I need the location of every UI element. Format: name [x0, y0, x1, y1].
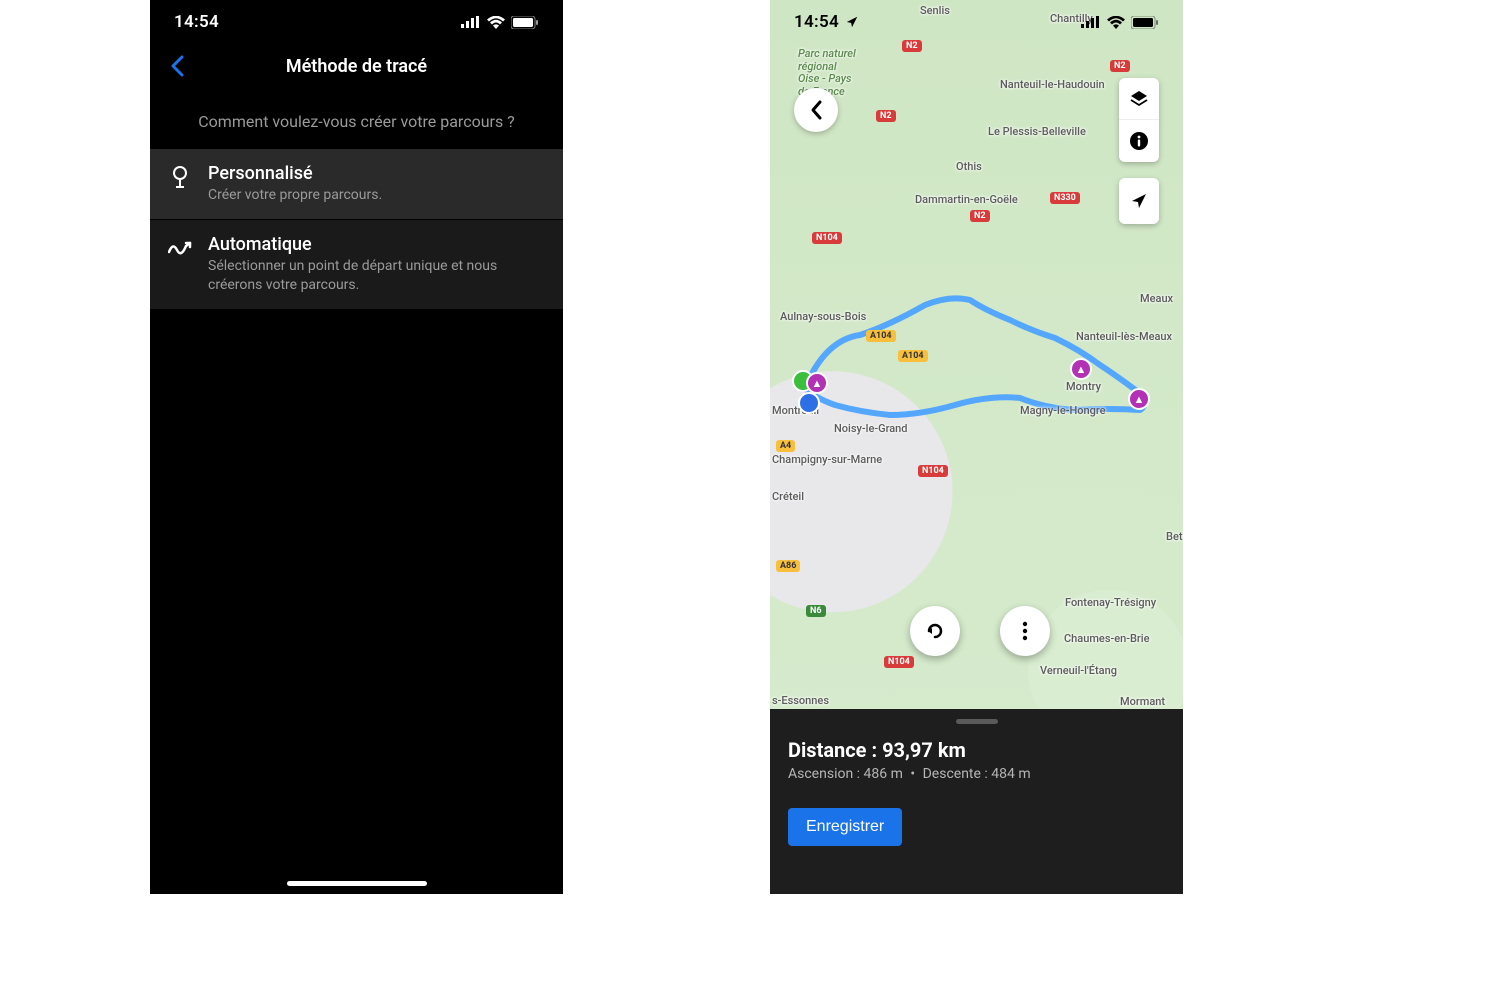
ascent-value: 486 m: [864, 766, 903, 782]
road-a104: A104: [898, 350, 928, 362]
place-plessis: Le Plessis-Belleville: [988, 125, 1086, 138]
place-chaumes: Chaumes-en-Brie: [1064, 632, 1150, 645]
save-button[interactable]: Enregistrer: [788, 808, 902, 846]
place-dammartin: Dammartin-en-Goële: [915, 193, 1018, 206]
road-n6: N6: [806, 605, 826, 617]
road-n2: N2: [876, 110, 896, 122]
undo-icon: [923, 619, 947, 643]
road-n104: N104: [812, 232, 842, 244]
chevron-left-icon: [170, 55, 184, 77]
option-text: Automatique Sélectionner un point de dép…: [208, 234, 545, 295]
battery-icon: [511, 16, 539, 29]
place-montry: Montry: [1066, 380, 1101, 393]
location-arrow-icon: [1129, 191, 1149, 211]
cellular-icon: [1081, 16, 1101, 28]
squiggle-icon: [168, 236, 192, 260]
road-n2: N2: [1110, 60, 1130, 72]
place-bet: Bet: [1166, 530, 1183, 543]
road-a4: A4: [776, 440, 795, 452]
status-icons: [461, 16, 539, 29]
road-n2: N2: [970, 210, 990, 222]
wifi-icon: [1107, 16, 1125, 29]
undo-button[interactable]: [910, 606, 960, 656]
layers-button[interactable]: [1119, 78, 1159, 120]
option-automatique[interactable]: Automatique Sélectionner un point de dép…: [150, 220, 563, 310]
cellular-icon: [461, 16, 481, 28]
elevation-row: Ascension : 486 m • Descente : 484 m: [788, 766, 1165, 782]
right-screen: Senlis Chantilly Parc naturel régional O…: [770, 0, 1183, 894]
elevation-marker[interactable]: ▲: [1070, 358, 1092, 380]
place-fontenay: Fontenay-Trésigny: [1065, 596, 1156, 609]
option-title: Personnalisé: [208, 163, 545, 184]
distance-value: 93,97 km: [882, 738, 966, 762]
place-meaux: Meaux: [1140, 292, 1173, 305]
distance-label: Distance :: [788, 738, 877, 762]
left-screen: 14:54 Méthode de tracé Comment voulez-vo…: [150, 0, 563, 894]
road-n330: N330: [1050, 192, 1080, 204]
nav-bar: Méthode de tracé: [150, 44, 563, 88]
option-text: Personnalisé Créer votre propre parcours…: [208, 163, 545, 205]
option-title: Automatique: [208, 234, 545, 255]
place-nanteuil: Nanteuil-le-Haudouin: [1000, 78, 1105, 91]
wifi-icon: [487, 16, 505, 29]
place-magny: Magny-le-Hongre: [1020, 404, 1106, 417]
page-title: Méthode de tracé: [286, 56, 427, 77]
separator: •: [910, 766, 915, 782]
place-champigny: Champigny-sur-Marne: [772, 453, 882, 466]
status-time: 14:54: [794, 12, 859, 32]
ascent-label: Ascension :: [788, 766, 860, 782]
bottom-sheet[interactable]: Distance : 93,97 km Ascension : 486 m • …: [770, 709, 1183, 894]
distance-row: Distance : 93,97 km: [788, 738, 1165, 762]
more-vertical-icon: [1022, 621, 1028, 641]
subheader-text: Comment voulez-vous créer votre parcours…: [150, 88, 563, 149]
road-n104: N104: [918, 465, 948, 477]
chevron-left-icon: [809, 99, 823, 121]
status-bar: 14:54: [770, 0, 1183, 44]
road-a104: A104: [866, 330, 896, 342]
sheet-grab-handle[interactable]: [956, 719, 998, 724]
back-button[interactable]: [162, 51, 192, 81]
place-mormant: Mormant: [1120, 695, 1165, 708]
more-options-button[interactable]: [1000, 606, 1050, 656]
pin-icon: [168, 165, 192, 189]
battery-icon: [1131, 16, 1159, 29]
info-icon: [1129, 131, 1149, 151]
option-personnalise[interactable]: Personnalisé Créer votre propre parcours…: [150, 149, 563, 220]
road-a86: A86: [776, 560, 800, 572]
option-desc: Sélectionner un point de départ unique e…: [208, 257, 545, 295]
route-end-marker[interactable]: [798, 392, 820, 414]
place-othis: Othis: [956, 160, 982, 173]
home-indicator[interactable]: [287, 881, 427, 886]
place-noisy: Noisy-le-Grand: [834, 422, 908, 435]
status-icons: [1081, 16, 1159, 29]
status-time: 14:54: [174, 12, 219, 32]
status-bar: 14:54: [150, 0, 563, 44]
map-back-button[interactable]: [794, 88, 838, 132]
place-essonnes: s-Essonnes: [772, 694, 829, 707]
elevation-marker[interactable]: ▲: [806, 372, 828, 394]
location-services-icon: [845, 15, 859, 29]
elevation-marker[interactable]: ▲: [1128, 388, 1150, 410]
place-creteil: Créteil: [772, 490, 804, 503]
descent-value: 484 m: [991, 766, 1030, 782]
map-layers-stack: [1119, 78, 1159, 162]
road-n104: N104: [884, 656, 914, 668]
place-aulnay: Aulnay-sous-Bois: [780, 310, 866, 323]
locate-me-button[interactable]: [1119, 178, 1159, 224]
info-button[interactable]: [1119, 120, 1159, 162]
place-nanteuil-m: Nanteuil-lès-Meaux: [1076, 330, 1172, 343]
layers-icon: [1129, 89, 1149, 109]
place-verneuil: Verneuil-l'Étang: [1040, 664, 1117, 677]
option-desc: Créer votre propre parcours.: [208, 186, 545, 205]
descent-label: Descente :: [923, 766, 988, 782]
